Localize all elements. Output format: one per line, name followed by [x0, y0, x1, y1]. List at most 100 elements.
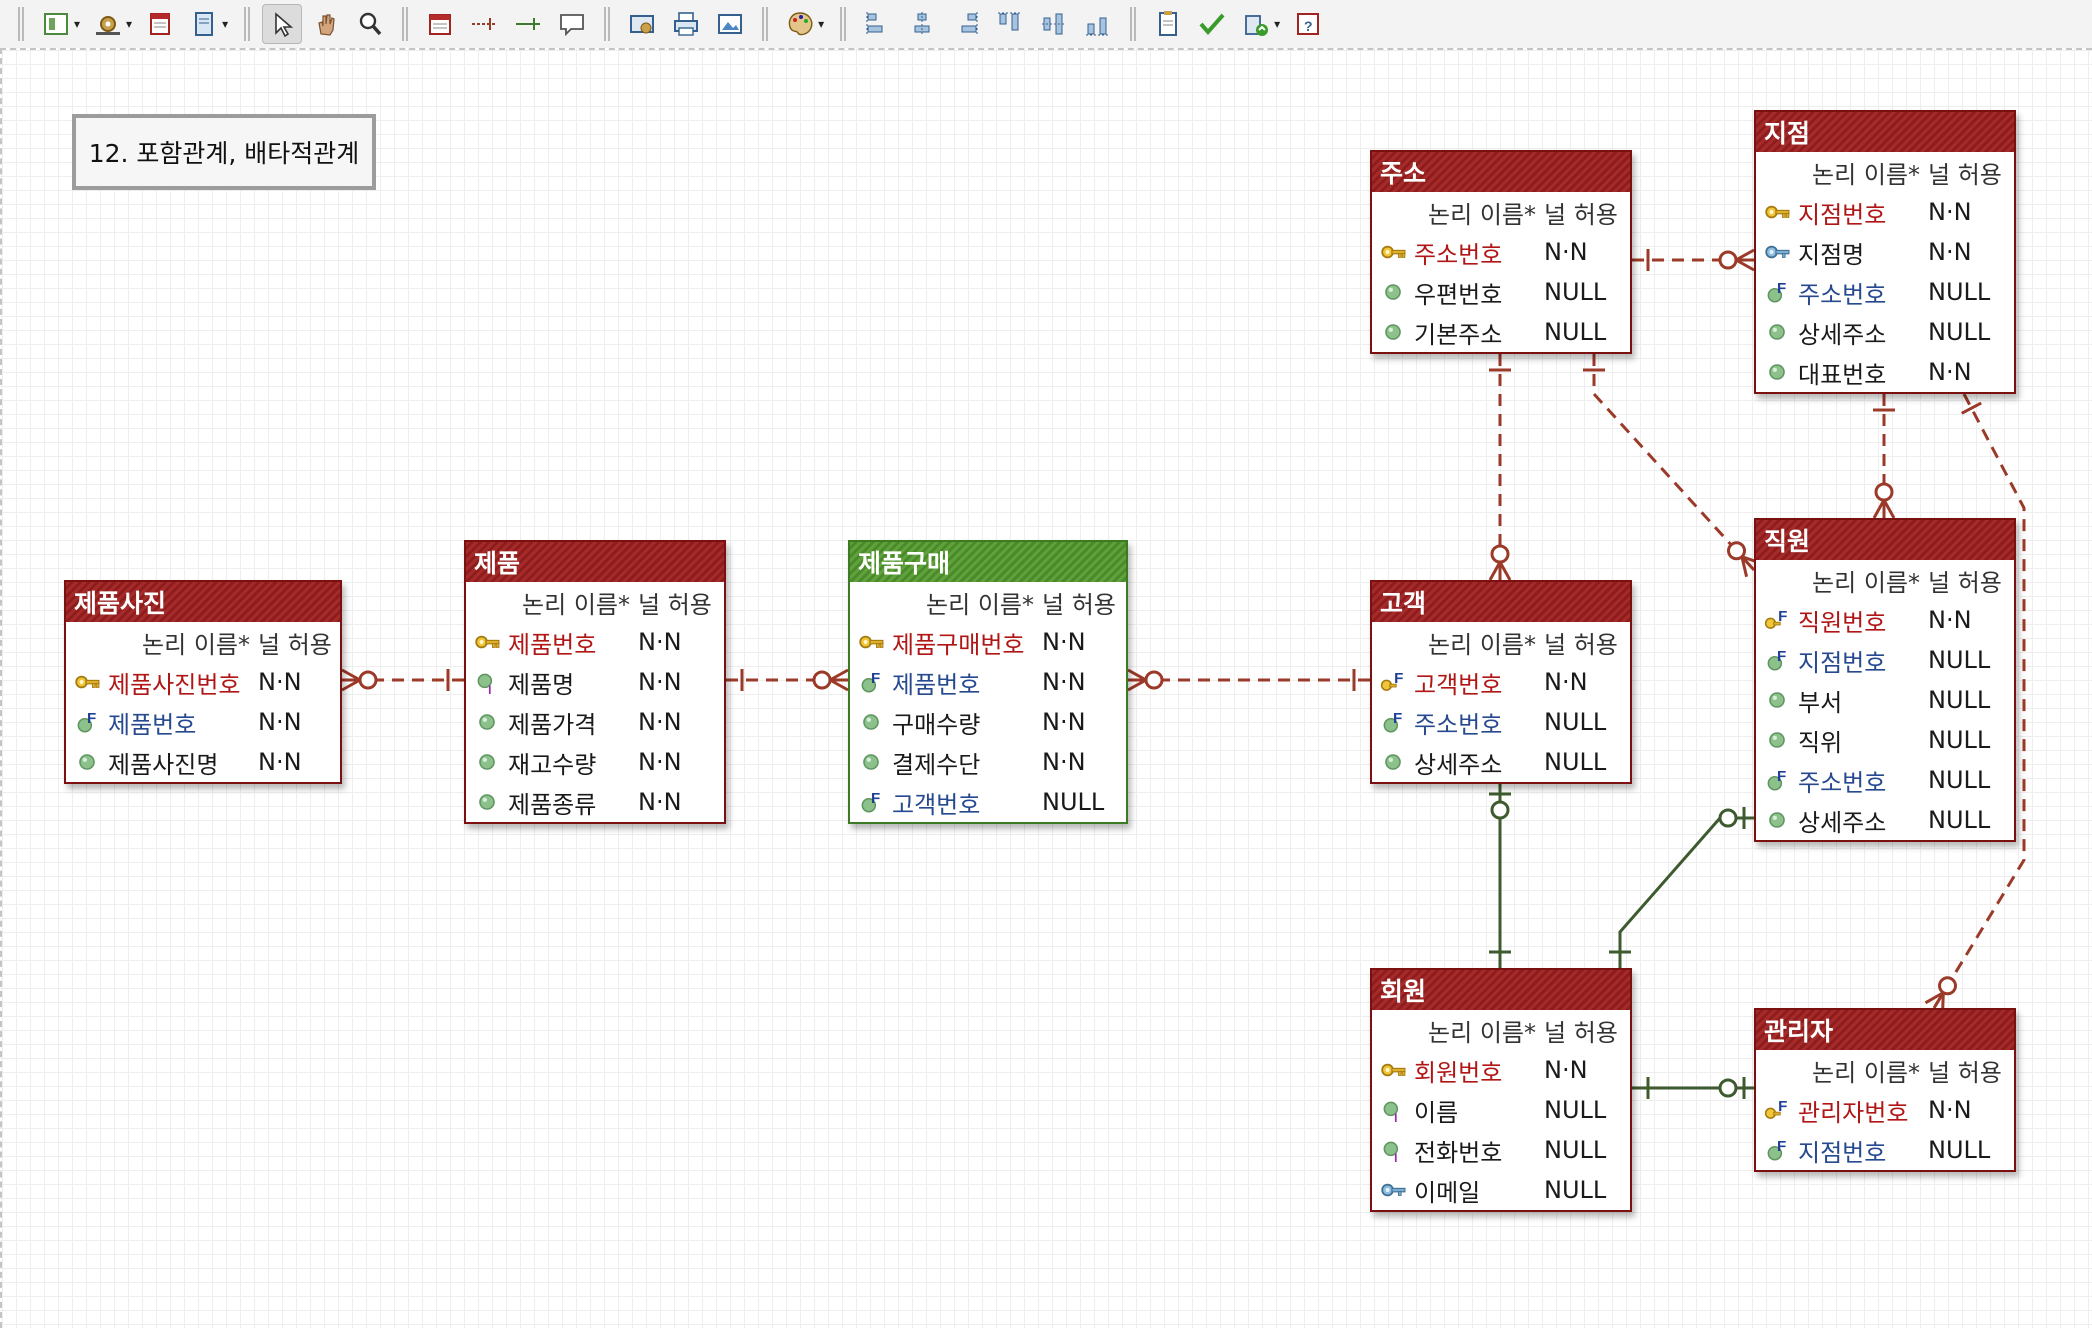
attribute-row[interactable]: 직위 NULL: [1756, 720, 2014, 760]
attribute-row[interactable]: 주소번호 NULL: [1756, 760, 2014, 800]
dashed-relation-button[interactable]: [464, 4, 504, 44]
column-header-name: 논리 이름*: [1428, 630, 1536, 659]
column-header-row: 논리 이름* 널 허용: [850, 582, 1126, 622]
attribute-row[interactable]: 지점번호 NULL: [1756, 640, 2014, 680]
align-bottom-button[interactable]: [1078, 4, 1118, 44]
attribute-row[interactable]: 재고수량 N·N: [466, 742, 724, 782]
attribute-nullable: N·N: [638, 788, 682, 816]
help-button[interactable]: ?: [1288, 4, 1328, 44]
attribute-row[interactable]: 제품가격 N·N: [466, 702, 724, 742]
attribute-row[interactable]: 고객번호 N·N: [1372, 662, 1630, 702]
attribute-row[interactable]: 주소번호 NULL: [1756, 272, 2014, 312]
entity-customer[interactable]: 고객 논리 이름* 널 허용 고객번호 N·N 주소번호 NULL 상세주소 NULL: [1370, 580, 1632, 784]
entity-purchase[interactable]: 제품구매 논리 이름* 널 허용 제품구매번호 N·N 제품번호 N·N 구매수량 N·N 결제수…: [848, 540, 1128, 824]
document-button[interactable]: [184, 4, 224, 44]
image-button[interactable]: [710, 4, 750, 44]
attribute-row[interactable]: 제품번호 N·N: [66, 702, 340, 742]
attribute-row[interactable]: 고객번호 NULL: [850, 782, 1126, 822]
attribute-row[interactable]: 제품사진번호 N·N: [66, 662, 340, 702]
attribute-row[interactable]: 지점번호 N·N: [1756, 192, 2014, 232]
attribute-nullable: N·N: [1042, 668, 1086, 696]
entity-branch[interactable]: 지점 논리 이름* 널 허용 지점번호 N·N 지점명 N·N 주소번호 NULL 상세주소 NUL…: [1754, 110, 2016, 394]
attribute-row[interactable]: 구매수량 N·N: [850, 702, 1126, 742]
attribute-row[interactable]: 결제수단 N·N: [850, 742, 1126, 782]
relationship-member-to-customer: [1489, 784, 1511, 968]
attribute-row[interactable]: 제품사진명 N·N: [66, 742, 340, 782]
calendar-button[interactable]: [140, 4, 180, 44]
dropdown-arrow-icon[interactable]: ▾: [74, 17, 80, 31]
new-table-button[interactable]: [420, 4, 460, 44]
attribute-nullable: NULL: [1928, 1136, 1991, 1164]
attribute-row[interactable]: 기본주소 NULL: [1372, 312, 1630, 352]
hand-icon: [318, 14, 335, 36]
attribute-row[interactable]: 상세주소 NULL: [1756, 312, 2014, 352]
attribute-row[interactable]: 부서 NULL: [1756, 680, 2014, 720]
column-header-row: 논리 이름* 널 허용: [66, 622, 340, 662]
foreign-key-icon: [850, 669, 892, 695]
attribute-row[interactable]: 주소번호 N·N: [1372, 232, 1630, 272]
column-header-nullable: 널 허용: [638, 590, 712, 619]
dropdown-arrow-icon[interactable]: ▾: [126, 17, 132, 31]
attribute-row[interactable]: 관리자번호 N·N: [1756, 1090, 2014, 1130]
align-left-button[interactable]: [858, 4, 898, 44]
align-middle-button[interactable]: [1034, 4, 1074, 44]
attribute-row[interactable]: 이름 NULL: [1372, 1090, 1630, 1130]
solid-relation-button[interactable]: [508, 4, 548, 44]
attribute-row[interactable]: 제품구매번호 N·N: [850, 622, 1126, 662]
attribute-name: 고객번호: [1414, 670, 1503, 699]
print-button[interactable]: [666, 4, 706, 44]
attribute-row[interactable]: 제품종류 N·N: [466, 782, 724, 822]
entity-product-photo[interactable]: 제품사진 논리 이름* 널 허용 제품사진번호 N·N 제품번호 N·N 제품사진명 N·N: [64, 580, 342, 784]
dropdown-arrow-icon[interactable]: ▾: [1274, 17, 1280, 31]
attribute-nullable: N·N: [258, 708, 302, 736]
attribute-name: 상세주소: [1798, 808, 1887, 837]
palette-icon: [788, 12, 813, 36]
attribute-nullable: N·N: [258, 668, 302, 696]
attribute-row[interactable]: 제품번호 N·N: [850, 662, 1126, 702]
hand-button[interactable]: [306, 4, 346, 44]
attribute-row[interactable]: 이메일 NULL: [1372, 1170, 1630, 1210]
attribute-row[interactable]: 지점번호 NULL: [1756, 1130, 2014, 1170]
entity-product[interactable]: 제품 논리 이름* 널 허용 제품번호 N·N 제품명 N·N 제품가격 N·N 재고수량 N·N 제…: [464, 540, 726, 824]
attribute-row[interactable]: 제품명 N·N: [466, 662, 724, 702]
comment-button[interactable]: [552, 4, 592, 44]
dropdown-arrow-icon[interactable]: ▾: [222, 17, 228, 31]
gear-button[interactable]: [88, 4, 128, 44]
export-button[interactable]: [622, 4, 662, 44]
primary-key-icon: [850, 629, 892, 655]
diagram-canvas[interactable]: 12. 포함관계, 배타적관계 제품사진 논리 이름* 널 허용 제품사진번호 N·N 제…: [0, 48, 2092, 1328]
attribute-row[interactable]: 우편번호 NULL: [1372, 272, 1630, 312]
attribute-row[interactable]: 회원번호 N·N: [1372, 1050, 1630, 1090]
attribute-nullable: N·N: [1544, 668, 1588, 696]
layout-button[interactable]: [36, 4, 76, 44]
attribute-row[interactable]: 상세주소 NULL: [1372, 742, 1630, 782]
validate-button[interactable]: [1192, 4, 1232, 44]
attribute-name: 제품명: [508, 670, 575, 699]
column-header-name: 논리 이름*: [1812, 1058, 1920, 1087]
dropdown-arrow-icon[interactable]: ▾: [818, 17, 824, 31]
attribute-row[interactable]: 상세주소 NULL: [1756, 800, 2014, 840]
entity-title: 지점: [1756, 112, 2014, 152]
attribute-row[interactable]: 주소번호 NULL: [1372, 702, 1630, 742]
pointer-button[interactable]: [262, 4, 303, 44]
entity-admin[interactable]: 관리자 논리 이름* 널 허용 관리자번호 N·N 지점번호 NULL: [1754, 1008, 2016, 1172]
zoom-icon: [359, 12, 382, 36]
attribute-row[interactable]: 전화번호 NULL: [1372, 1130, 1630, 1170]
entity-address[interactable]: 주소 논리 이름* 널 허용 주소번호 N·N 우편번호 NULL 기본주소 NULL: [1370, 150, 1632, 354]
attribute-row[interactable]: 지점명 N·N: [1756, 232, 2014, 272]
attribute-row[interactable]: 제품번호 N·N: [466, 622, 724, 662]
entity-member[interactable]: 회원 논리 이름* 널 허용 회원번호 N·N 이름 NULL 전화번호 NULL 이메일 NULL: [1370, 968, 1632, 1212]
entity-employee[interactable]: 직원 논리 이름* 널 허용 직원번호 N·N 지점번호 NULL 부서 NULL 직위 NULL 주…: [1754, 518, 2016, 842]
column-header-name: 논리 이름*: [1428, 1018, 1536, 1047]
palette-button[interactable]: [780, 4, 820, 44]
align-center-button[interactable]: [902, 4, 942, 44]
align-top-button[interactable]: [990, 4, 1030, 44]
align-right-button[interactable]: [946, 4, 986, 44]
diagram-title-note[interactable]: 12. 포함관계, 배타적관계: [72, 114, 376, 190]
attribute-row[interactable]: 직원번호 N·N: [1756, 600, 2014, 640]
toolbar-separator: [762, 7, 769, 41]
report-button[interactable]: [1148, 4, 1188, 44]
zoom-button[interactable]: [350, 4, 390, 44]
attribute-row[interactable]: 대표번호 N·N: [1756, 352, 2014, 392]
sync-button[interactable]: [1236, 4, 1276, 44]
